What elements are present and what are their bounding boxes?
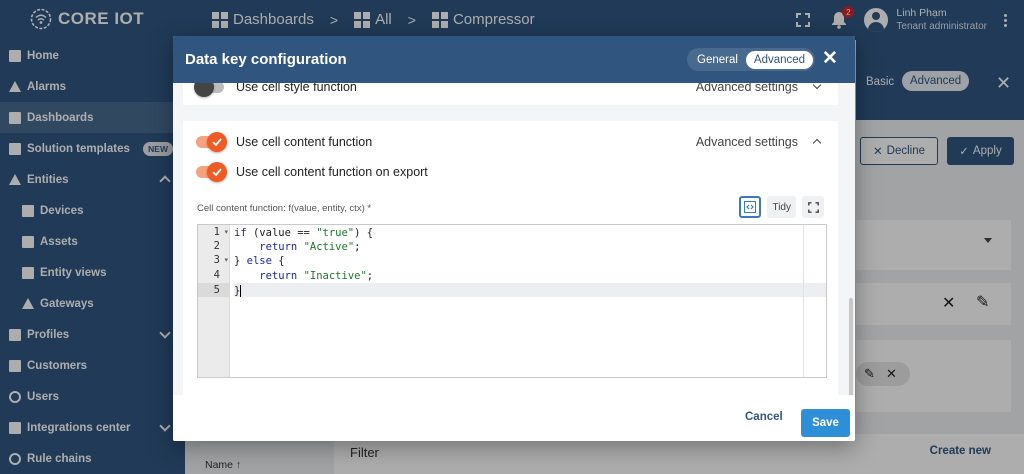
- line-number: 1: [213, 226, 220, 238]
- editor-toolbar: Tidy: [739, 196, 824, 218]
- dialog-scrollbar[interactable]: [849, 298, 853, 395]
- code-editor[interactable]: 1 ▾ 2 3 ▾ 4 5 if (value == "true") { ret…: [197, 224, 827, 378]
- save-button[interactable]: Save: [801, 409, 850, 437]
- data-key-configuration-dialog: Data key configuration General Advanced …: [173, 36, 855, 441]
- code-line: return "Active";: [259, 241, 361, 253]
- editor-gutter: 1 ▾ 2 3 ▾ 4 5: [198, 225, 230, 377]
- code-line: } else {: [234, 255, 285, 267]
- cell-content-toggle-row: Use cell content function: [196, 131, 372, 153]
- tab-general[interactable]: General: [689, 51, 746, 69]
- print-margin: [803, 225, 804, 377]
- cell-style-advanced-settings[interactable]: Advanced settings: [696, 83, 798, 94]
- cell-content-toggle[interactable]: [196, 132, 227, 152]
- line-number: 2: [213, 240, 220, 252]
- text-caret: [240, 285, 242, 297]
- dialog-title: Data key configuration: [185, 51, 347, 68]
- fullscreen-icon[interactable]: [802, 196, 824, 218]
- code-view-icon[interactable]: [739, 196, 762, 218]
- dialog-header: Data key configuration General Advanced …: [173, 36, 855, 83]
- active-line-highlight: [234, 283, 826, 297]
- dialog-body: Use cell style function Advanced setting…: [173, 83, 855, 395]
- cell-content-panel: Use cell content function Advanced setti…: [183, 121, 838, 395]
- cell-content-export-label: Use cell content function on export: [236, 165, 428, 179]
- cell-content-export-toggle-row: Use cell content function on export: [196, 161, 428, 183]
- line-number: 4: [213, 269, 220, 281]
- tab-toggle: General Advanced: [687, 48, 816, 71]
- tab-advanced[interactable]: Advanced: [745, 50, 814, 69]
- chevron-up-icon[interactable]: [812, 138, 822, 148]
- line-number: 5: [213, 284, 220, 296]
- line-number: 3: [213, 254, 220, 266]
- code-line: return "Inactive";: [259, 270, 374, 282]
- cell-style-toggle-row: Use cell style function: [194, 83, 357, 98]
- cell-style-panel: Use cell style function Advanced setting…: [183, 83, 838, 105]
- tidy-button[interactable]: Tidy: [767, 196, 796, 218]
- cell-style-toggle[interactable]: [194, 83, 224, 97]
- check-icon: [212, 138, 222, 147]
- cell-content-label: Use cell content function: [236, 135, 373, 149]
- fold-arrow-icon[interactable]: ▾: [224, 228, 228, 236]
- cell-content-export-toggle[interactable]: [196, 162, 227, 182]
- check-icon: [212, 168, 222, 177]
- cancel-button[interactable]: Cancel: [745, 411, 783, 423]
- dialog-footer: Cancel Save: [173, 395, 855, 441]
- fold-arrow-icon[interactable]: ▾: [224, 256, 228, 264]
- close-icon[interactable]: ✕: [822, 49, 838, 68]
- code-line: if (value == "true") {: [234, 227, 374, 239]
- function-field-label: Cell content function: f(value, entity, …: [197, 203, 372, 214]
- cell-style-label: Use cell style function: [236, 83, 357, 94]
- cell-content-advanced-settings[interactable]: Advanced settings: [696, 135, 798, 149]
- code-area[interactable]: if (value == "true") { return "Active"; …: [234, 225, 826, 377]
- code-line: }: [234, 285, 242, 297]
- chevron-down-icon[interactable]: [812, 83, 822, 90]
